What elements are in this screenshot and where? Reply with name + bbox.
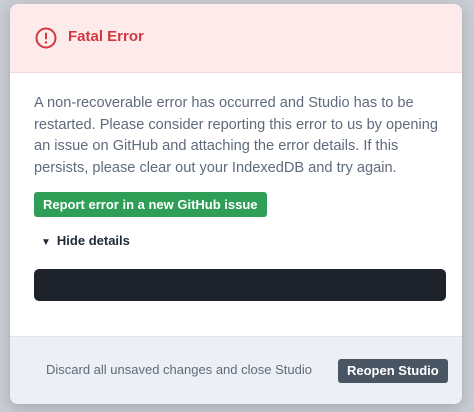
alert-circle-icon	[35, 27, 57, 49]
dialog-title: Fatal Error	[68, 28, 144, 45]
dialog-header: Fatal Error	[10, 4, 462, 73]
error-message: A non-recoverable error has occurred and…	[34, 95, 438, 176]
caret-down-icon: ▼	[41, 237, 51, 248]
hide-details-label: Hide details	[56, 233, 130, 248]
hide-details-toggle[interactable]: ▼ Hide details	[41, 233, 130, 248]
dialog-footer: Discard all unsaved changes and close St…	[10, 336, 462, 404]
reopen-studio-button[interactable]: Reopen Studio	[338, 359, 448, 383]
fatal-error-dialog: Fatal Error A non-recoverable error has …	[10, 4, 462, 404]
discard-and-close-button[interactable]: Discard all unsaved changes and close St…	[46, 362, 312, 377]
report-github-issue-button[interactable]: Report error in a new GitHub issue	[34, 192, 267, 217]
error-details-panel	[34, 269, 446, 301]
